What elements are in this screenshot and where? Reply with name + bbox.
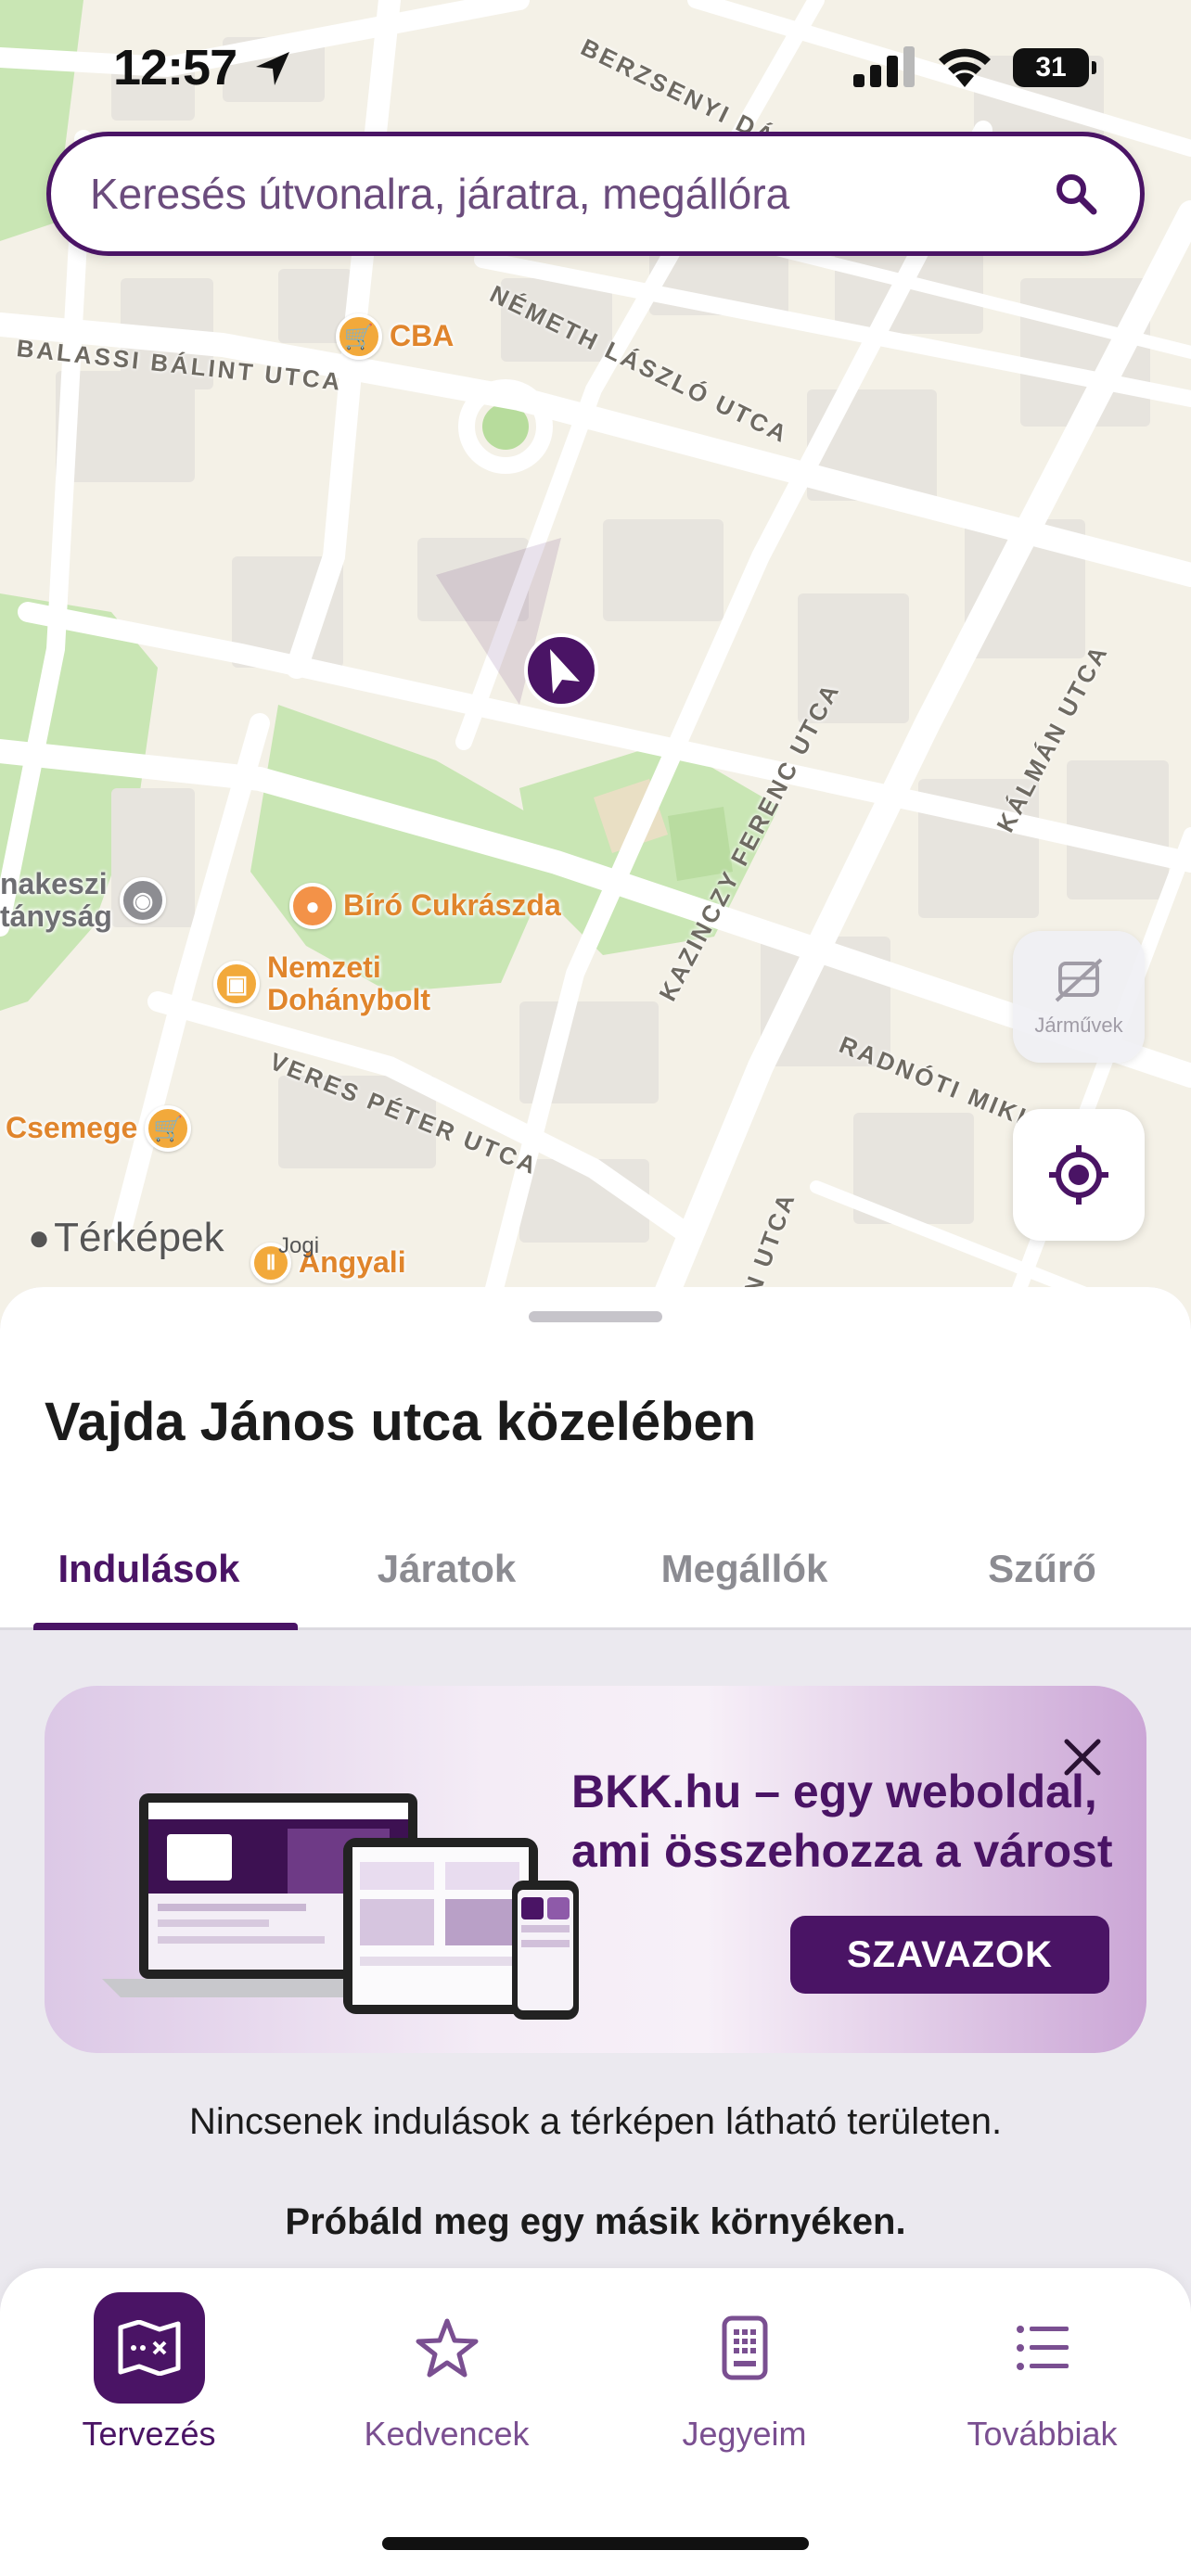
poi-police[interactable]: nakeszi tányság ◉ (0, 867, 166, 934)
tab-kedvencek[interactable]: Kedvencek (298, 2292, 596, 2478)
vehicles-label: Járművek (1034, 1014, 1123, 1037)
cart-icon: 🛒 (336, 313, 382, 360)
home-indicator[interactable] (382, 2537, 809, 2550)
search-input[interactable]: Keresés útvonalra, járatra, megállóra (90, 169, 1053, 219)
tab-tervezes[interactable]: Tervezés (0, 2292, 298, 2478)
ticket-icon (689, 2292, 800, 2404)
tab-label: Továbbiak (967, 2415, 1118, 2453)
tab-label: Kedvencek (364, 2415, 530, 2453)
crosshair-icon (1049, 1145, 1108, 1205)
search-icon[interactable] (1053, 171, 1099, 217)
promo-banner[interactable]: BKK.hu – egy weboldal, ami összehozza a … (45, 1686, 1146, 2053)
list-icon (987, 2292, 1098, 2404)
status-bar: 12:57 31 (0, 0, 1191, 130)
bag-icon: ▣ (213, 961, 260, 1008)
banner-title: BKK.hu – egy weboldal, ami összehozza a … (571, 1766, 1113, 1877)
poi-label: Csemege (6, 1111, 138, 1145)
location-arrow-icon (256, 52, 289, 85)
poi-csemege[interactable]: Csemege 🛒 (6, 1105, 192, 1152)
empty-state-hint: Próbáld meg egy másik környéken. (285, 2201, 906, 2242)
poi-label: Nemzeti Dohánybolt (267, 950, 430, 1017)
poi-cba[interactable]: 🛒 CBA (336, 313, 454, 360)
tab-jegyeim[interactable]: Jegyeim (596, 2292, 893, 2478)
cellular-signal-icon (853, 46, 915, 87)
cupcake-icon: ● (289, 883, 336, 929)
cart-icon: 🛒 (145, 1105, 192, 1152)
sheet-header: Vajda János utca közelében Indulások Jár… (0, 1287, 1191, 1630)
close-icon[interactable] (1059, 1734, 1106, 1780)
tab-szuro[interactable]: Szűrő (893, 1510, 1191, 1627)
poi-biro-cukraszda[interactable]: ● Bíró Cukrászda (289, 883, 561, 929)
vehicles-off-icon (1055, 958, 1103, 1002)
search-bar[interactable]: Keresés útvonalra, járatra, megállóra (46, 132, 1145, 256)
bottom-tab-bar: Tervezés Kedvencek Jegyeim Továbbiak (0, 2268, 1191, 2576)
sheet-tabs: Indulások Járatok Megállók Szűrő (0, 1510, 1191, 1630)
status-time: 12:57 (113, 40, 237, 96)
poi-label: Bíró Cukrászda (343, 888, 561, 923)
shield-icon: ◉ (119, 877, 166, 925)
poi-angyali[interactable]: Ⅱ Angyali (250, 1243, 406, 1283)
tab-tovabbiak[interactable]: Továbbiak (893, 2292, 1191, 2478)
tab-label: Tervezés (82, 2415, 216, 2453)
tab-indulasok[interactable]: Indulások (0, 1510, 298, 1630)
battery-indicator: 31 (1013, 48, 1096, 87)
empty-state-message: Nincsenek indulások a térképen látható t… (188, 2101, 1003, 2142)
poi-label: CBA (390, 319, 455, 353)
tab-jaratok[interactable]: Járatok (298, 1510, 596, 1627)
wifi-icon (939, 48, 991, 87)
star-icon (391, 2292, 503, 2404)
poi-nemzeti-dohanybolt[interactable]: ▣ Nemzeti Dohánybolt (213, 950, 430, 1017)
tab-label: Jegyeim (682, 2415, 807, 2453)
locate-me-button[interactable] (1013, 1109, 1145, 1241)
poi-label: nakeszi tányság (0, 867, 112, 934)
sheet-title: Vajda János utca közelében (45, 1392, 757, 1452)
vehicles-button[interactable]: Járművek (1013, 931, 1145, 1063)
map-plan-icon (93, 2292, 205, 2404)
maps-attribution[interactable]: ● Térképek (28, 1215, 224, 1261)
apple-logo-icon: ● (28, 1217, 51, 1258)
tab-megallok[interactable]: Megállók (596, 1510, 893, 1627)
vote-button[interactable]: SZAVAZOK (790, 1916, 1109, 1994)
devices-illustration (102, 1793, 579, 2020)
sheet-drag-handle[interactable] (529, 1311, 662, 1322)
legal-link[interactable]: Jogi (278, 1233, 319, 1259)
